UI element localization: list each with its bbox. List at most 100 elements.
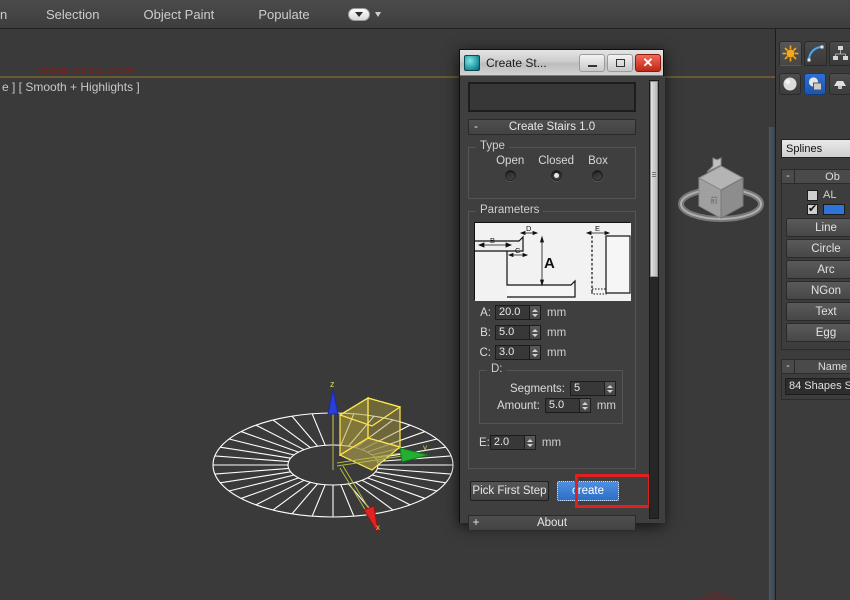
lights-button[interactable] bbox=[829, 73, 850, 95]
spline-button-arc[interactable]: Arc bbox=[786, 260, 850, 279]
param-c-stepper[interactable] bbox=[529, 346, 540, 359]
amount-stepper[interactable] bbox=[579, 399, 590, 412]
create-stairs-rollout-sign[interactable]: - bbox=[469, 121, 483, 133]
about-rollout-header[interactable]: + About bbox=[468, 515, 636, 531]
menu-item-clipped[interactable]: n bbox=[0, 0, 24, 29]
minimize-button[interactable] bbox=[579, 54, 605, 72]
param-a-value[interactable]: 20.0 bbox=[496, 306, 529, 319]
radio-box[interactable]: Box bbox=[588, 155, 608, 181]
object-category-dropdown[interactable]: Splines bbox=[781, 139, 850, 158]
param-row-a: A: 20.0 mm bbox=[475, 305, 629, 320]
dialog-titlebar[interactable]: Create St... ✕ bbox=[460, 50, 663, 76]
spline-button-text[interactable]: Text bbox=[786, 302, 850, 321]
chevron-down-icon[interactable] bbox=[348, 8, 370, 21]
rollout-toggle-sign[interactable]: - bbox=[782, 170, 795, 183]
axis-label-z: z bbox=[330, 379, 335, 389]
star-burst-icon bbox=[782, 45, 799, 62]
geometry-button[interactable] bbox=[779, 73, 801, 95]
radio-open-input[interactable] bbox=[505, 170, 516, 181]
param-b-spinner[interactable]: 5.0 bbox=[495, 325, 541, 340]
sphere-icon bbox=[782, 76, 798, 92]
spline-button-line[interactable]: Line bbox=[786, 218, 850, 237]
autogrid-checkbox[interactable] bbox=[807, 190, 818, 201]
amount-spinner[interactable]: 5.0 bbox=[545, 398, 591, 413]
dialog-listbox[interactable] bbox=[468, 82, 636, 112]
param-a-stepper[interactable] bbox=[529, 306, 540, 319]
start-new-shape-swatch[interactable] bbox=[823, 204, 845, 215]
autogrid-row[interactable]: AL bbox=[807, 189, 850, 201]
about-rollout-title: About bbox=[483, 517, 635, 529]
dialog-body: - Create Stairs 1.0 Type Open Closed Box bbox=[460, 76, 665, 523]
param-e-value[interactable]: 2.0 bbox=[491, 436, 524, 449]
start-new-shape-row[interactable] bbox=[807, 204, 850, 215]
param-e-stepper[interactable] bbox=[524, 436, 535, 449]
rollout-title: Ob bbox=[795, 171, 850, 183]
max-script-icon bbox=[464, 55, 480, 71]
arc-bend-icon bbox=[807, 45, 824, 62]
segments-value[interactable]: 5 bbox=[571, 382, 604, 395]
radio-open[interactable]: Open bbox=[496, 155, 524, 181]
close-button[interactable]: ✕ bbox=[635, 54, 661, 72]
name-rollout-header[interactable]: - Name bbox=[781, 359, 850, 374]
radio-closed[interactable]: Closed bbox=[538, 155, 574, 181]
amount-value[interactable]: 5.0 bbox=[546, 399, 579, 412]
pick-first-step-button[interactable]: Pick First Step bbox=[470, 481, 549, 501]
segments-stepper[interactable] bbox=[604, 382, 615, 395]
diagram-label-c: C bbox=[515, 246, 521, 255]
param-c-unit: mm bbox=[547, 347, 566, 359]
hierarchy-tab[interactable] bbox=[829, 41, 850, 66]
spline-button-circle[interactable]: Circle bbox=[786, 239, 850, 258]
object-type-rollout: - Ob AL Line Circle Arc NGon Text Egg bbox=[781, 169, 850, 350]
radio-closed-input[interactable] bbox=[551, 170, 562, 181]
radio-box-label: Box bbox=[588, 155, 608, 167]
object-name-input[interactable]: 84 Shapes S bbox=[785, 378, 850, 395]
param-e-spinner[interactable]: 2.0 bbox=[490, 435, 536, 450]
watermark-url: www.xxxx.com bbox=[38, 63, 136, 77]
create-stairs-rollout-header[interactable]: - Create Stairs 1.0 bbox=[468, 119, 636, 135]
dialog-scrollbar[interactable] bbox=[649, 80, 659, 519]
type-group: Type Open Closed Box bbox=[468, 147, 636, 199]
autogrid-label: AL bbox=[823, 189, 836, 201]
diagram-label-e: E bbox=[595, 224, 600, 233]
radio-box-input[interactable] bbox=[592, 170, 603, 181]
menu-item-populate[interactable]: Populate bbox=[236, 0, 331, 29]
menu-item-object-paint[interactable]: Object Paint bbox=[121, 0, 236, 29]
svg-text:y: y bbox=[423, 443, 427, 452]
start-new-shape-checkbox[interactable] bbox=[807, 204, 818, 215]
modify-tab[interactable] bbox=[804, 41, 827, 66]
spline-button-egg[interactable]: Egg bbox=[786, 323, 850, 342]
spline-button-ngon[interactable]: NGon bbox=[786, 281, 850, 300]
menu-dropdown-group[interactable] bbox=[348, 8, 381, 21]
param-c-value[interactable]: 3.0 bbox=[496, 346, 529, 359]
create-stairs-rollout-title: Create Stairs 1.0 bbox=[483, 121, 635, 133]
param-b-stepper[interactable] bbox=[529, 326, 540, 339]
object-type-rollout-header[interactable]: - Ob bbox=[781, 169, 850, 184]
maximize-button[interactable] bbox=[607, 54, 633, 72]
name-rollout-body: 84 Shapes S bbox=[781, 374, 850, 400]
about-rollout-sign[interactable]: + bbox=[469, 517, 483, 529]
segments-spinner[interactable]: 5 bbox=[570, 381, 616, 396]
amount-label: Amount: bbox=[497, 400, 540, 412]
watermark-logo: 三维网 bbox=[680, 586, 775, 600]
dialog-scrollbar-thumb[interactable] bbox=[650, 81, 658, 277]
param-a-spinner[interactable]: 20.0 bbox=[495, 305, 541, 320]
viewport-label: e ] [ Smooth + Highlights ] bbox=[2, 80, 140, 94]
param-a-label: A: bbox=[475, 307, 491, 319]
create-button[interactable]: create bbox=[557, 481, 619, 501]
hierarchy-icon bbox=[832, 45, 849, 62]
shapes-button[interactable] bbox=[804, 73, 826, 95]
caret-down-icon[interactable] bbox=[375, 12, 381, 17]
param-row-c: C: 3.0 mm bbox=[475, 345, 629, 360]
param-c-spinner[interactable]: 3.0 bbox=[495, 345, 541, 360]
menu-item-selection[interactable]: Selection bbox=[24, 0, 121, 29]
diagram-label-b: B bbox=[490, 236, 495, 245]
name-rollout-toggle-sign[interactable]: - bbox=[782, 360, 795, 373]
dialog-title: Create St... bbox=[486, 56, 577, 70]
spline-icon bbox=[807, 76, 823, 92]
viewcube-widget[interactable]: 前 bbox=[673, 146, 769, 234]
command-panel-tabs bbox=[779, 41, 850, 66]
param-b-value[interactable]: 5.0 bbox=[496, 326, 529, 339]
about-rollout: + About bbox=[468, 515, 661, 531]
create-tab[interactable] bbox=[779, 41, 802, 66]
amount-unit: mm bbox=[597, 400, 616, 412]
